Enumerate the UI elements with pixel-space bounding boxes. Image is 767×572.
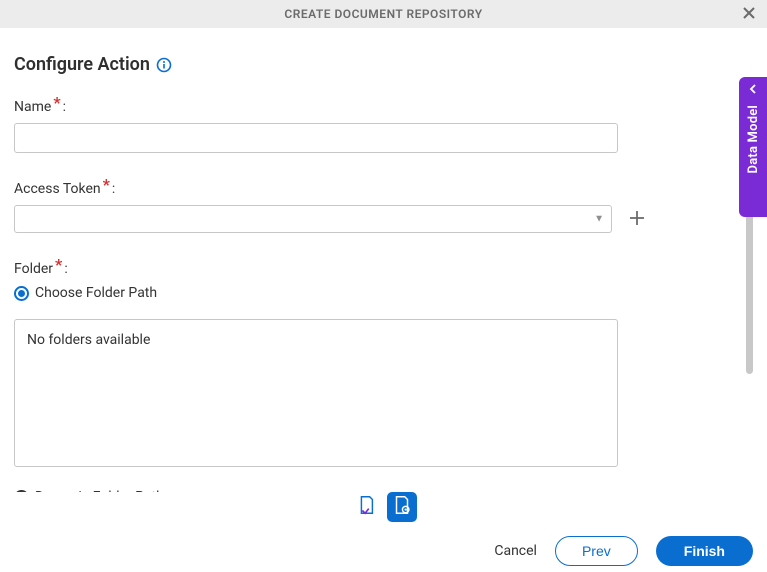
field-name: Name *: [14, 99, 753, 153]
folder-empty-message: No folders available [27, 332, 150, 348]
access-token-select-wrap[interactable]: ▼ [14, 205, 612, 233]
data-model-tab[interactable]: Data Model [739, 77, 767, 217]
plus-icon [629, 207, 645, 231]
content-area: Configure Action Name *: Access Token *:… [0, 28, 767, 492]
required-asterisk: * [53, 97, 60, 109]
bottom-area: Cancel Prev Finish [0, 492, 767, 572]
finish-button[interactable]: Finish [656, 536, 753, 566]
name-label: Name *: [14, 99, 753, 115]
titlebar-title: CREATE DOCUMENT REPOSITORY [284, 7, 482, 21]
radio-input-choose[interactable] [14, 286, 29, 301]
field-folder: Folder*: Choose Folder Path No folders a… [14, 261, 753, 492]
close-icon [742, 4, 756, 25]
button-row: Cancel Prev Finish [14, 536, 753, 566]
info-icon[interactable] [156, 57, 172, 73]
form-check-icon [355, 494, 377, 520]
folder-list-box[interactable]: No folders available [14, 319, 618, 467]
access-token-label: Access Token *: [14, 181, 753, 197]
folder-label: Folder*: [14, 261, 753, 277]
access-token-select[interactable] [14, 205, 612, 233]
form-gear-icon [391, 494, 413, 520]
section-header: Configure Action [14, 54, 753, 75]
field-access-token: Access Token *: ▼ [14, 181, 753, 233]
name-input[interactable] [14, 123, 618, 153]
titlebar: CREATE DOCUMENT REPOSITORY [0, 0, 767, 28]
data-model-label: Data Model [746, 105, 761, 173]
form-tool-button[interactable] [351, 492, 381, 522]
access-token-row: ▼ [14, 205, 753, 233]
close-button[interactable] [739, 4, 759, 24]
prev-button[interactable]: Prev [555, 536, 638, 566]
section-heading: Configure Action [14, 54, 150, 75]
settings-tool-button[interactable] [387, 492, 417, 522]
radio-label-choose: Choose Folder Path [35, 285, 157, 301]
icon-bar [14, 492, 753, 522]
cancel-button[interactable]: Cancel [494, 543, 537, 559]
required-asterisk: * [55, 259, 62, 271]
required-asterisk: * [103, 179, 110, 191]
radio-choose-folder-path[interactable]: Choose Folder Path [14, 285, 753, 301]
add-access-token-button[interactable] [626, 208, 648, 230]
chevron-left-icon [749, 83, 757, 97]
